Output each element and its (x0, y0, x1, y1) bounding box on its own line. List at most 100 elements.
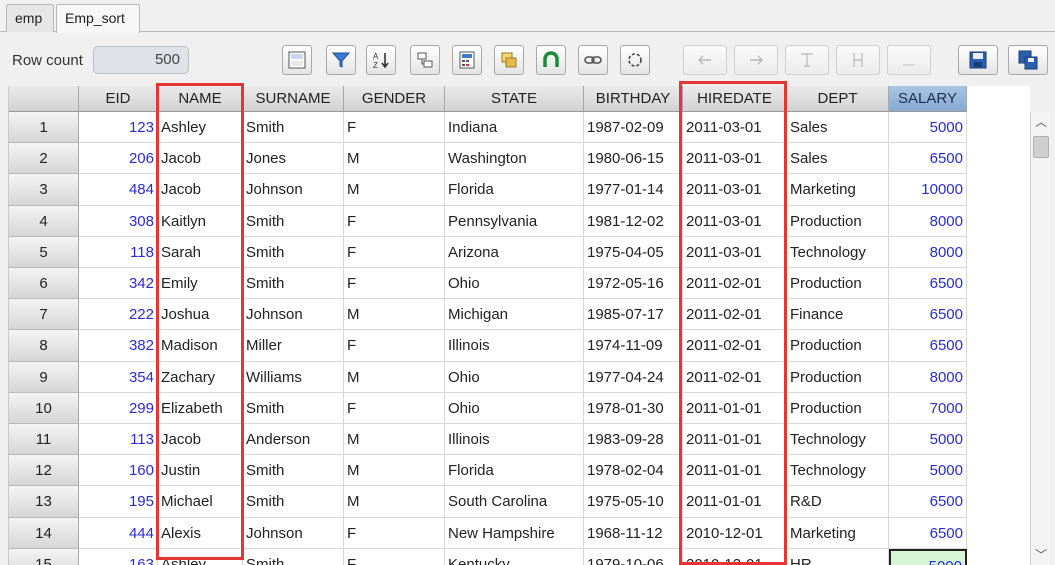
cell-dept[interactable]: Sales (787, 143, 889, 175)
table-row[interactable]: 1 123 Ashley Smith F Indiana 1987-02-09 2011-03… (9, 112, 1030, 144)
cell-name[interactable]: Elizabeth (158, 392, 243, 424)
cell-name[interactable]: Kaitlyn (158, 205, 243, 237)
column-header-eid[interactable]: EID (79, 86, 158, 112)
cell-hiredate[interactable]: 2011-02-01 (683, 361, 787, 393)
cell-state[interactable]: Michigan (445, 299, 584, 331)
cell-state[interactable]: Pennsylvania (445, 205, 584, 237)
table-row[interactable]: 9 354 Zachary Williams M Ohio 1977-04-24 2011-0… (9, 361, 1030, 393)
row-header[interactable]: 6 (9, 268, 79, 300)
cell-state[interactable]: Florida (445, 455, 584, 487)
cell-dept[interactable]: Production (787, 268, 889, 300)
table-row[interactable]: 15 163 Ashley Smith F Kentucky 1979-10-06 2010-… (9, 548, 1030, 565)
table-row[interactable]: 4 308 Kaitlyn Smith F Pennsylvania 1981-12-02 2… (9, 205, 1030, 237)
cell-salary[interactable]: 5000 (889, 548, 967, 565)
cell-eid[interactable]: 382 (79, 330, 158, 362)
cell-hiredate[interactable]: 2011-01-01 (683, 392, 787, 424)
magnet-button[interactable] (536, 45, 566, 75)
cell-birthday[interactable]: 1978-01-30 (584, 392, 683, 424)
cell-gender[interactable]: M (344, 299, 445, 331)
calculator-button[interactable] (452, 45, 482, 75)
row-header[interactable]: 8 (9, 330, 79, 362)
cell-hiredate[interactable]: 2011-01-01 (683, 486, 787, 518)
cell-birthday[interactable]: 1975-04-05 (584, 236, 683, 268)
table-row[interactable]: 3 484 Jacob Johnson M Florida 1977-01-14 2011-0… (9, 174, 1030, 206)
cell-salary[interactable]: 8000 (889, 236, 967, 268)
cell-hiredate[interactable]: 2011-01-01 (683, 455, 787, 487)
cell-surname[interactable]: Smith (243, 548, 344, 565)
corner-header[interactable] (9, 86, 79, 112)
cell-state[interactable]: Florida (445, 174, 584, 206)
cell-dept[interactable]: HR (787, 548, 889, 565)
cell-gender[interactable]: F (344, 205, 445, 237)
cell-eid[interactable]: 163 (79, 548, 158, 565)
cell-hiredate[interactable]: 2011-02-01 (683, 330, 787, 362)
cell-eid[interactable]: 484 (79, 174, 158, 206)
cell-dept[interactable]: Production (787, 392, 889, 424)
cell-salary[interactable]: 5000 (889, 424, 967, 456)
cell-gender[interactable]: M (344, 424, 445, 456)
cell-state[interactable]: Ohio (445, 392, 584, 424)
row-header[interactable]: 14 (9, 517, 79, 549)
cell-salary[interactable]: 6500 (889, 143, 967, 175)
cell-surname[interactable]: Smith (243, 112, 344, 144)
cell-name[interactable]: Sarah (158, 236, 243, 268)
cell-eid[interactable]: 308 (79, 205, 158, 237)
cell-dept[interactable]: Technology (787, 236, 889, 268)
cell-salary[interactable]: 6500 (889, 330, 967, 362)
cell-birthday[interactable]: 1978-02-04 (584, 455, 683, 487)
cell-eid[interactable]: 123 (79, 112, 158, 144)
row-header[interactable]: 2 (9, 143, 79, 175)
cell-hiredate[interactable]: 2010-12-01 (683, 517, 787, 549)
cell-gender[interactable]: M (344, 143, 445, 175)
cell-hiredate[interactable]: 2011-03-01 (683, 143, 787, 175)
cell-hiredate[interactable]: 2011-02-01 (683, 299, 787, 331)
cell-name[interactable]: Jacob (158, 424, 243, 456)
cell-salary[interactable]: 8000 (889, 361, 967, 393)
cell-name[interactable]: Ashley (158, 548, 243, 565)
cell-birthday[interactable]: 1985-07-17 (584, 299, 683, 331)
cell-eid[interactable]: 222 (79, 299, 158, 331)
cell-hiredate[interactable]: 2011-03-01 (683, 205, 787, 237)
cell-state[interactable]: Illinois (445, 424, 584, 456)
cell-dept[interactable]: R&D (787, 486, 889, 518)
row-header[interactable]: 11 (9, 424, 79, 456)
cell-dept[interactable]: Sales (787, 112, 889, 144)
cell-dept[interactable]: Production (787, 361, 889, 393)
cell-eid[interactable]: 195 (79, 486, 158, 518)
save-as-button[interactable] (1008, 45, 1048, 75)
cell-eid[interactable]: 118 (79, 236, 158, 268)
cell-name[interactable]: Ashley (158, 112, 243, 144)
row-header[interactable]: 12 (9, 455, 79, 487)
refresh-button[interactable] (620, 45, 650, 75)
cell-salary[interactable]: 8000 (889, 205, 967, 237)
cell-surname[interactable]: Johnson (243, 517, 344, 549)
row-header[interactable]: 15 (9, 548, 79, 565)
vertical-scrollbar[interactable]: ︿ ﹀ (1030, 112, 1050, 565)
cell-dept[interactable]: Production (787, 330, 889, 362)
cell-surname[interactable]: Johnson (243, 299, 344, 331)
cell-surname[interactable]: Smith (243, 455, 344, 487)
cell-eid[interactable]: 342 (79, 268, 158, 300)
table-row[interactable]: 6 342 Emily Smith F Ohio 1972-05-16 2011-02-01 P… (9, 268, 1030, 300)
cell-hiredate[interactable]: 2011-03-01 (683, 236, 787, 268)
sort-button[interactable]: AZ (366, 45, 396, 75)
cell-eid[interactable]: 354 (79, 361, 158, 393)
cell-gender[interactable]: F (344, 112, 445, 144)
link-button[interactable] (578, 45, 608, 75)
tab-emp-sort[interactable]: Emp_sort (56, 4, 140, 33)
table-row[interactable]: 5 118 Sarah Smith F Arizona 1975-04-05 2011-03-… (9, 236, 1030, 268)
cell-birthday[interactable]: 1979-10-06 (584, 548, 683, 565)
row-header[interactable]: 1 (9, 112, 79, 144)
cell-gender[interactable]: M (344, 486, 445, 518)
save-button[interactable] (958, 45, 998, 75)
filter-button[interactable] (326, 45, 356, 75)
cell-surname[interactable]: Johnson (243, 174, 344, 206)
cell-name[interactable]: Zachary (158, 361, 243, 393)
row-header[interactable]: 5 (9, 236, 79, 268)
cell-surname[interactable]: Smith (243, 486, 344, 518)
cell-salary[interactable]: 5000 (889, 455, 967, 487)
cell-dept[interactable]: Marketing (787, 174, 889, 206)
cell-surname[interactable]: Smith (243, 205, 344, 237)
column-header-dept[interactable]: DEPT (787, 86, 889, 112)
column-header-birthday[interactable]: BIRTHDAY (584, 86, 683, 112)
